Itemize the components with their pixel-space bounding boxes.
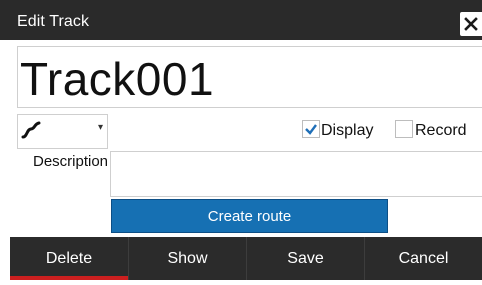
delete-label: Delete — [45, 249, 93, 267]
track-name-field[interactable]: Track001 — [17, 46, 482, 108]
record-label: Record — [415, 122, 467, 139]
track-line-icon — [21, 121, 41, 139]
create-route-button[interactable]: Create route — [111, 199, 388, 233]
description-field[interactable] — [110, 151, 482, 197]
dialog-body: Track001 ▾ Display Record Description Cr… — [10, 40, 482, 237]
description-label: Description — [33, 153, 109, 170]
dialog-titlebar: Edit Track — [0, 0, 482, 40]
close-button[interactable] — [460, 12, 482, 36]
save-label: Save — [287, 249, 324, 267]
checkmark-icon — [305, 124, 317, 135]
track-name-value: Track001 — [20, 53, 215, 105]
show-button[interactable]: Show — [128, 237, 246, 280]
display-checkbox[interactable] — [302, 120, 320, 138]
chevron-down-icon: ▾ — [97, 122, 103, 133]
record-checkbox[interactable] — [395, 120, 413, 138]
bottom-action-bar: Delete Show Save Cancel — [10, 237, 482, 280]
dialog-title: Edit Track — [17, 13, 90, 30]
cancel-button[interactable]: Cancel — [364, 237, 482, 280]
bottom-edge — [0, 280, 482, 285]
track-style-select[interactable]: ▾ — [17, 114, 108, 149]
cancel-label: Cancel — [398, 249, 449, 267]
save-button[interactable]: Save — [246, 237, 364, 280]
edit-track-dialog: Edit Track Track001 ▾ Display Record Des… — [0, 0, 482, 285]
display-label: Display — [321, 122, 374, 139]
close-icon — [464, 17, 478, 31]
delete-button[interactable]: Delete — [10, 237, 128, 280]
show-label: Show — [167, 249, 208, 267]
create-route-label: Create route — [207, 207, 292, 225]
